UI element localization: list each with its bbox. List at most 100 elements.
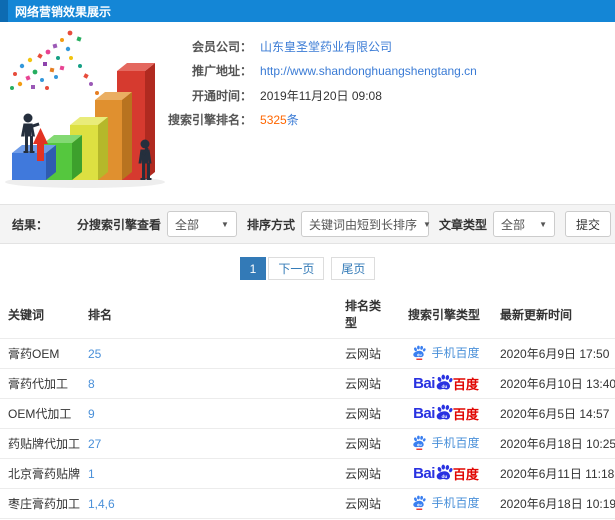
header-keyword: 关键词 bbox=[8, 307, 45, 322]
sort-filter-label: 排序方式 bbox=[246, 217, 295, 232]
last-page-button[interactable]: 尾页 bbox=[331, 257, 376, 280]
rank-cell: 8 bbox=[80, 368, 337, 399]
rank-link[interactable]: 27 bbox=[88, 437, 101, 451]
engine-select[interactable]: 全部 ▼ bbox=[166, 211, 237, 237]
rank-type-cell: 云网站 bbox=[337, 428, 400, 459]
rank-type-cell: 云网站 bbox=[337, 458, 400, 489]
rank-type-cell: 云网站 bbox=[337, 488, 400, 519]
company-link[interactable]: 山东皇圣堂药业有限公司 bbox=[260, 38, 477, 55]
rank-link[interactable]: 1 bbox=[88, 467, 95, 481]
company-info-fields: 会员公司： 山东皇圣堂药业有限公司 推广地址： http://www.shand… bbox=[168, 30, 477, 190]
baidu-logo-cn-text: 百度 bbox=[452, 407, 479, 422]
result-label: 结果： bbox=[12, 217, 49, 232]
table-header-row: 关键词 排名 排名类型 搜索引擎类型 最新更新时间 bbox=[0, 290, 615, 339]
rank-count: 5325 bbox=[260, 113, 287, 128]
engine-select-value: 全部 bbox=[174, 217, 199, 232]
baidu-paw-icon: du bbox=[413, 435, 427, 450]
rank-cell: 9 bbox=[80, 398, 337, 429]
update-time-cell: 2020年6月5日 14:57 bbox=[492, 398, 615, 429]
engine-cell: du 手机百度 bbox=[400, 428, 492, 459]
svg-text:du: du bbox=[418, 442, 423, 446]
engine-cell: Bai du 百度 bbox=[400, 458, 492, 489]
submit-button[interactable]: 提交 bbox=[564, 211, 611, 237]
keyword-cell: 药贴牌代加工 bbox=[0, 428, 80, 459]
header-update-time: 最新更新时间 bbox=[500, 307, 573, 322]
growth-bar-chart-illustration bbox=[5, 30, 165, 188]
baidu-paw-icon: du bbox=[436, 464, 453, 480]
baidu-mobile-logo: du 手机百度 bbox=[412, 494, 480, 511]
open-time-label: 开通时间： bbox=[192, 88, 253, 103]
rank-cell: 25 bbox=[80, 338, 337, 369]
rank-cell: 27 bbox=[80, 428, 337, 459]
page-title: 网络营销效果展示 bbox=[15, 4, 112, 19]
keyword-cell: 北京膏药贴牌 bbox=[0, 458, 80, 489]
chevron-down-icon: ▼ bbox=[539, 219, 547, 229]
update-time-cell: 2020年6月11日 11:18 bbox=[492, 458, 615, 489]
table-row: 枣庄膏药加工 1,4,6 云网站 du 手机百度 2020年6月18日 10:1… bbox=[0, 488, 615, 519]
svg-text:du: du bbox=[441, 474, 447, 480]
page-header: 网络营销效果展示 bbox=[0, 0, 615, 22]
table-row: OEM代加工 9 云网站 Bai du 百度 2020年6月5日 14:57 bbox=[0, 398, 615, 429]
filter-bar: 结果： 分搜索引擎查看 全部 ▼ 排序方式 关键词由短到长排序 ▼ 文章类型 全… bbox=[0, 204, 615, 244]
company-label: 会员公司： bbox=[192, 39, 253, 54]
page-button-current[interactable]: 1 bbox=[239, 257, 267, 280]
rank-cell: 1 bbox=[80, 458, 337, 489]
table-row: 膏药代加工 8 云网站 Bai du 百度 2020年6月10日 13:40 bbox=[0, 368, 615, 399]
engine-cell: du 手机百度 bbox=[400, 338, 492, 369]
engine-filter-label: 分搜索引擎查看 bbox=[76, 217, 161, 232]
baidu-paw-icon: du bbox=[436, 404, 453, 420]
header-accent-bar bbox=[0, 0, 8, 22]
mobile-baidu-label: 手机百度 bbox=[431, 435, 480, 450]
keyword-cell: 枣庄膏药加工 bbox=[0, 488, 80, 519]
next-page-button[interactable]: 下一页 bbox=[268, 257, 325, 280]
filter-controls: 分搜索引擎查看 全部 ▼ 排序方式 关键词由短到长排序 ▼ 文章类型 全部 ▼ … bbox=[67, 211, 611, 237]
pagination: 1 下一页 尾页 bbox=[0, 257, 615, 280]
rank-link[interactable]: 8 bbox=[88, 377, 95, 391]
rank-link[interactable]: 1,4,6 bbox=[88, 497, 115, 511]
baidu-logo-cn-text: 百度 bbox=[452, 467, 479, 482]
search-rank-value: 5325条 bbox=[260, 111, 477, 128]
engine-cell: Bai du 百度 bbox=[400, 398, 492, 429]
sort-select[interactable]: 关键词由短到长排序 ▼ bbox=[300, 211, 431, 237]
open-time-value: 2019年11月20日 09:08 bbox=[260, 88, 382, 103]
promo-url-link[interactable]: http://www.shandonghuangshengtang.cn bbox=[260, 64, 477, 78]
article-type-select[interactable]: 全部 ▼ bbox=[492, 211, 555, 237]
mobile-baidu-label: 手机百度 bbox=[431, 345, 480, 360]
rank-link[interactable]: 25 bbox=[88, 347, 101, 361]
rank-type-cell: 云网站 bbox=[337, 368, 400, 399]
bar-blue bbox=[12, 145, 56, 180]
chevron-down-icon: ▼ bbox=[221, 219, 229, 229]
sort-select-value: 关键词由短到长排序 bbox=[308, 217, 417, 232]
rank-link[interactable]: 9 bbox=[88, 407, 95, 421]
keyword-cell: 膏药代加工 bbox=[0, 368, 80, 399]
svg-text:du: du bbox=[418, 352, 423, 356]
rank-type-cell: 云网站 bbox=[337, 398, 400, 429]
baidu-paw-icon: du bbox=[413, 495, 427, 510]
baidu-logo-text: Bai bbox=[413, 405, 435, 422]
keyword-cell: 膏药OEM bbox=[0, 338, 80, 369]
info-section: 会员公司： 山东皇圣堂药业有限公司 推广地址： http://www.shand… bbox=[0, 22, 615, 190]
header-rank: 排名 bbox=[88, 307, 113, 322]
mobile-baidu-label: 手机百度 bbox=[431, 495, 480, 510]
baidu-pc-logo: Bai du 百度 bbox=[413, 403, 479, 424]
engine-cell: du 手机百度 bbox=[400, 488, 492, 519]
baidu-pc-logo: Bai du 百度 bbox=[413, 373, 479, 394]
svg-text:du: du bbox=[418, 502, 423, 506]
keyword-cell: OEM代加工 bbox=[0, 398, 80, 429]
rank-cell: 1,4,6 bbox=[80, 488, 337, 519]
baidu-paw-icon: du bbox=[436, 374, 453, 390]
rank-unit: 条 bbox=[286, 113, 299, 128]
baidu-logo-cn-text: 百度 bbox=[452, 377, 479, 392]
chevron-down-icon: ▼ bbox=[422, 219, 431, 229]
baidu-pc-logo: Bai du 百度 bbox=[413, 463, 479, 484]
baidu-logo-text: Bai bbox=[413, 375, 435, 392]
rank-type-cell: 云网站 bbox=[337, 338, 400, 369]
article-type-select-value: 全部 bbox=[500, 217, 525, 232]
svg-text:du: du bbox=[441, 384, 447, 390]
results-table: 关键词 排名 排名类型 搜索引擎类型 最新更新时间 膏药OEM 25 云网站 d… bbox=[0, 290, 615, 520]
engine-cell: Bai du 百度 bbox=[400, 368, 492, 399]
header-rank-type: 排名类型 bbox=[345, 299, 382, 330]
search-rank-label: 搜索引擎排名： bbox=[168, 113, 253, 128]
update-time-cell: 2020年6月18日 10:25 bbox=[492, 428, 615, 459]
svg-text:du: du bbox=[441, 414, 447, 420]
